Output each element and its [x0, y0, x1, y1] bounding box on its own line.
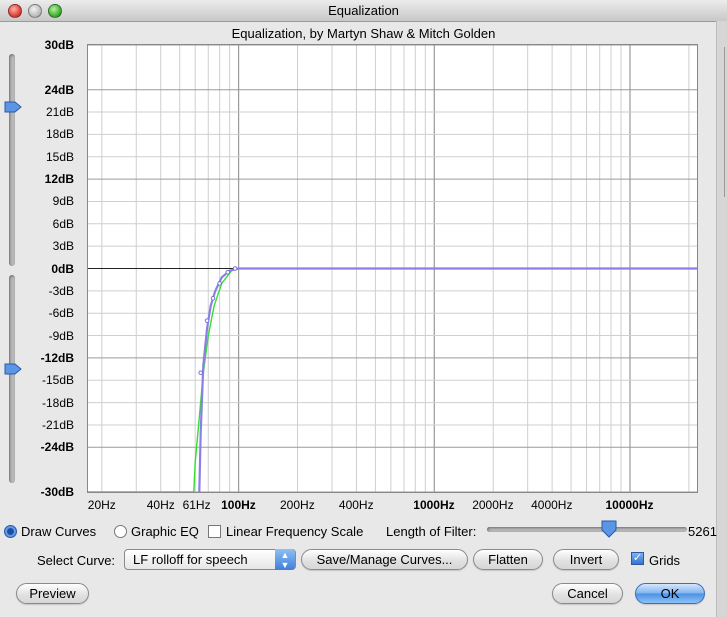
min-db-slider-thumb[interactable] — [4, 363, 22, 375]
curve-control-point — [198, 370, 203, 376]
y-tick-label: 18dB — [45, 127, 74, 142]
curve-select-value: LF rolloff for speech — [133, 552, 248, 567]
draw-curves-radio[interactable] — [4, 525, 17, 538]
curve-select[interactable]: LF rolloff for speech ▲ ▼ — [124, 549, 296, 570]
select-arrows-icon: ▲ ▼ — [275, 549, 295, 570]
flatten-button[interactable]: Flatten — [473, 549, 543, 570]
ok-button[interactable]: OK — [635, 583, 705, 604]
graphic-eq-label[interactable]: Graphic EQ — [131, 524, 199, 539]
grids-label[interactable]: Grids — [649, 553, 680, 568]
max-db-slider-thumb[interactable] — [4, 101, 22, 113]
effect-subtitle: Equalization, by Martyn Shaw & Mitch Gol… — [231, 26, 496, 41]
linear-frequency-checkbox[interactable] — [208, 525, 221, 538]
y-tick-label: 12dB — [44, 172, 74, 187]
x-tick-label: 1000Hz — [413, 498, 455, 512]
preview-button[interactable]: Preview — [16, 583, 89, 604]
y-tick-label: -9dB — [48, 328, 74, 343]
invert-button[interactable]: Invert — [553, 549, 619, 570]
y-tick-label: 3dB — [52, 239, 74, 254]
x-tick-label: 20Hz — [87, 498, 116, 512]
min-db-slider[interactable] — [9, 275, 15, 483]
filter-length-label: Length of Filter: — [386, 524, 477, 539]
y-tick-label: 24dB — [44, 82, 74, 97]
grids-checkbox[interactable]: ✓ — [631, 552, 644, 565]
title-bar: Equalization — [0, 0, 727, 22]
curve-control-point — [232, 266, 238, 271]
x-tick-label: 4000Hz — [531, 498, 573, 512]
curve-control-point — [210, 296, 216, 301]
eq-curve-plot[interactable] — [87, 44, 698, 493]
x-tick-label: 10000Hz — [605, 498, 654, 512]
filter-length-value: 5261 — [688, 524, 717, 539]
curve-control-point — [204, 318, 210, 323]
x-tick-label: 2000Hz — [472, 498, 514, 512]
eq-curve-svg[interactable] — [88, 44, 697, 493]
filter-length-slider[interactable] — [487, 527, 687, 532]
x-tick-label: 40Hz — [146, 498, 175, 512]
y-tick-label: -30dB — [40, 485, 74, 499]
y-tick-label: 30dB — [44, 38, 74, 52]
y-tick-label: 6dB — [52, 216, 74, 231]
x-tick-label: 200Hz — [280, 498, 315, 512]
max-db-slider[interactable] — [9, 54, 15, 266]
select-curve-label: Select Curve: — [37, 553, 116, 568]
x-tick-label: 61Hz — [182, 498, 211, 512]
graphic-eq-radio[interactable] — [114, 525, 127, 538]
background-window-edge — [716, 21, 727, 617]
y-tick-label: 15dB — [45, 149, 74, 164]
window-title: Equalization — [328, 3, 399, 18]
save-manage-curves-button[interactable]: Save/Manage Curves... — [301, 549, 468, 570]
y-tick-label: -3dB — [48, 283, 74, 298]
curve-control-point — [225, 269, 231, 275]
y-tick-label: -24dB — [40, 440, 74, 455]
y-tick-label: -18dB — [41, 395, 74, 410]
x-tick-label: 400Hz — [338, 498, 374, 512]
curve-control-point — [217, 281, 222, 286]
filter-length-slider-thumb[interactable] — [601, 520, 617, 538]
cancel-button[interactable]: Cancel — [552, 583, 623, 604]
y-tick-label: -21dB — [41, 417, 74, 432]
linear-frequency-label[interactable]: Linear Frequency Scale — [226, 524, 363, 539]
y-tick-label: -15dB — [41, 373, 74, 388]
y-tick-label: 9dB — [52, 194, 74, 209]
y-tick-label: 0dB — [51, 261, 74, 276]
x-tick-label: 100Hz — [221, 498, 256, 512]
y-tick-label: 21dB — [45, 105, 74, 120]
y-tick-label: -12dB — [40, 350, 74, 365]
y-tick-label: -6dB — [48, 306, 74, 321]
draw-curves-label[interactable]: Draw Curves — [21, 524, 96, 539]
